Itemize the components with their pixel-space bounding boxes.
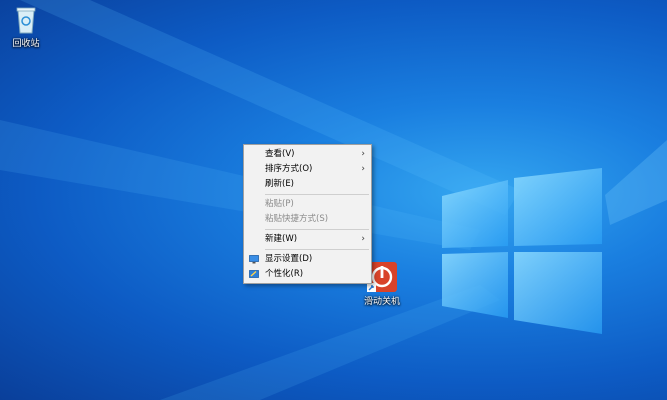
menu-item-paste[interactable]: 粘贴(P) bbox=[244, 197, 371, 212]
menu-item-refresh[interactable]: 刷新(E) bbox=[244, 177, 371, 192]
display-icon bbox=[249, 255, 259, 264]
menu-item-display-settings[interactable]: 显示设置(D) bbox=[244, 252, 371, 267]
menu-item-sort-by[interactable]: 排序方式(O) › bbox=[244, 162, 371, 177]
desktop-context-menu: 查看(V) › 排序方式(O) › 刷新(E) 粘贴(P) 粘贴快捷方式(S) … bbox=[243, 144, 372, 284]
recycle-bin-label: 回收站 bbox=[12, 39, 40, 49]
menu-separator bbox=[265, 249, 369, 250]
windows-logo bbox=[442, 168, 602, 334]
personalize-icon bbox=[249, 270, 259, 278]
chevron-right-icon: › bbox=[361, 149, 365, 159]
menu-item-paste-shortcut[interactable]: 粘贴快捷方式(S) bbox=[244, 212, 371, 227]
menu-item-view[interactable]: 查看(V) › bbox=[244, 147, 371, 162]
shutdown-shortcut-label: 滑动关机 bbox=[363, 297, 400, 307]
menu-separator bbox=[265, 194, 369, 195]
recycle-bin-icon bbox=[16, 7, 36, 34]
chevron-right-icon: › bbox=[361, 234, 365, 244]
menu-separator bbox=[265, 229, 369, 230]
chevron-right-icon: › bbox=[361, 164, 365, 174]
menu-item-personalize[interactable]: 个性化(R) bbox=[244, 267, 371, 282]
recycle-bin-shortcut[interactable]: 回收站 bbox=[0, 6, 52, 49]
menu-item-new[interactable]: 新建(W) › bbox=[244, 232, 371, 247]
